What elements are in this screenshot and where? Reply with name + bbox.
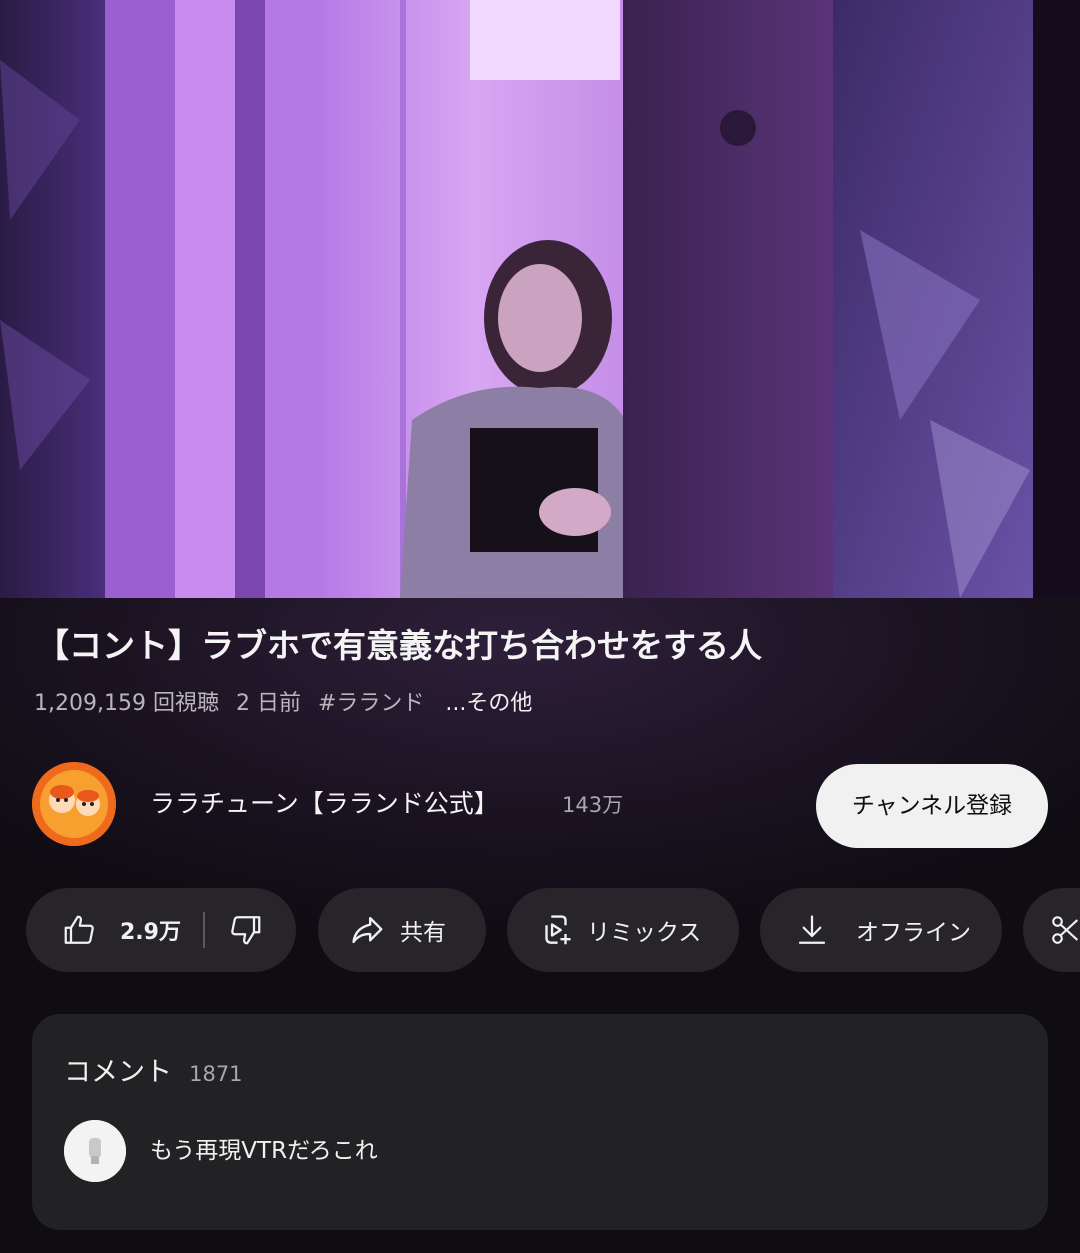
offline-label: オフライン xyxy=(856,920,971,946)
comments-count: 1871 xyxy=(189,1062,243,1086)
comments-label: コメント xyxy=(64,1057,172,1088)
channel-name[interactable]: ララチューン【ラランド公式】 xyxy=(150,786,499,822)
hashtag-link[interactable]: #ラランド xyxy=(318,691,424,716)
like-divider xyxy=(202,912,205,948)
subscribe-button[interactable]: チャンネル登録 xyxy=(816,764,1048,848)
offline-button[interactable]: オフライン xyxy=(760,888,1002,972)
commenter-avatar-image xyxy=(64,1120,126,1182)
share-label: 共有 xyxy=(400,920,446,946)
publish-date: 2 日前 xyxy=(235,691,301,716)
remix-button[interactable]: リミックス xyxy=(507,888,739,972)
download-icon xyxy=(798,915,826,944)
remix-label: リミックス xyxy=(587,920,702,946)
video-meta[interactable]: 1,209,159 回視聴 2 日前 #ラランド ...その他 xyxy=(34,688,542,720)
subscriber-count: 143万 xyxy=(562,793,624,817)
video-player[interactable] xyxy=(0,0,1080,598)
share-button[interactable]: 共有 xyxy=(318,888,486,972)
comments-header: コメント 1871 xyxy=(64,1050,243,1089)
watch-page: 【コント】ラブホで有意義な打ち合わせをする人 1,209,159 回視聴 2 日… xyxy=(0,0,1080,1253)
like-dislike-group: 2.9万 xyxy=(26,888,296,972)
video-title[interactable]: 【コント】ラブホで有意義な打ち合わせをする人 xyxy=(36,622,1046,670)
more-link[interactable]: ...その他 xyxy=(445,691,532,716)
commenter-avatar xyxy=(64,1120,126,1182)
dislike-button[interactable] xyxy=(227,912,263,948)
like-count: 2.9万 xyxy=(120,920,181,945)
channel-logo-image xyxy=(32,762,116,846)
view-count: 1,209,159 回視聴 xyxy=(34,691,219,716)
clip-icon xyxy=(1052,916,1079,944)
remix-icon xyxy=(545,915,571,945)
dislike-icon xyxy=(231,916,261,945)
comments-section[interactable]: コメント 1871 もう再現VTRだろこれ xyxy=(32,1014,1048,1230)
video-frame-image xyxy=(0,0,1080,598)
like-icon xyxy=(64,915,94,944)
channel-avatar[interactable] xyxy=(32,762,116,846)
like-button[interactable]: 2.9万 xyxy=(62,912,181,948)
share-icon xyxy=(352,916,383,944)
top-comment-text: もう再現VTRだろこれ xyxy=(150,1138,378,1164)
clip-button[interactable] xyxy=(1023,888,1080,972)
